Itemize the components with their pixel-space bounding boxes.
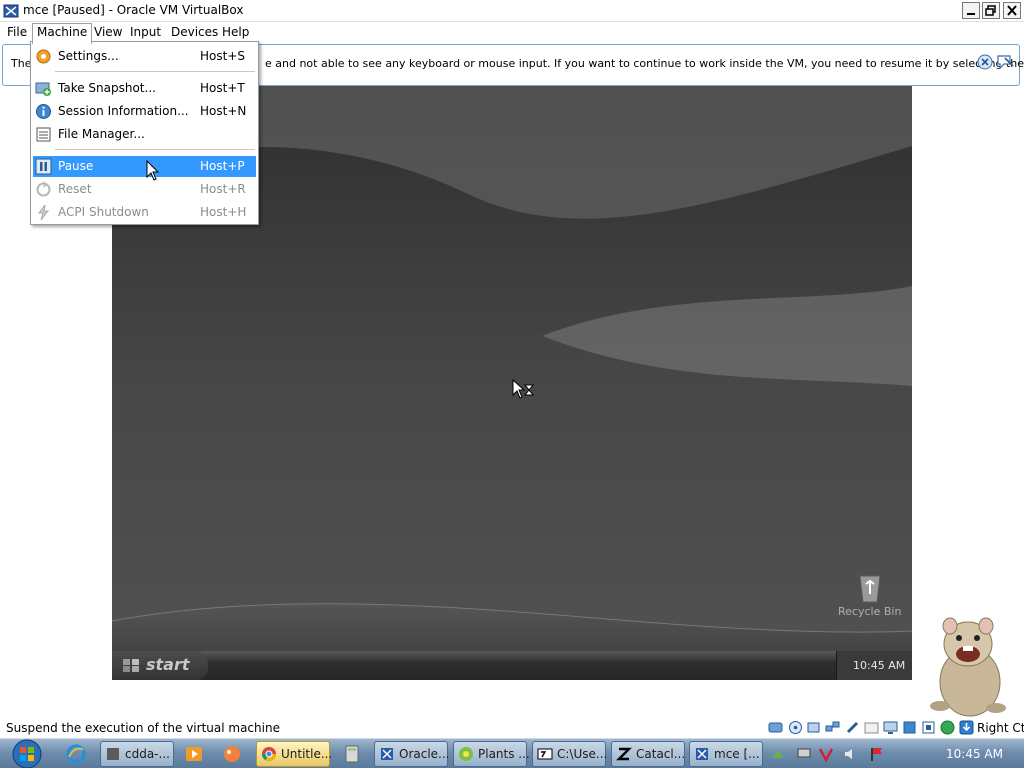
taskbar-button-oracle[interactable]: Oracle... bbox=[374, 741, 450, 767]
window-title: mce [Paused] - Oracle VM VirtualBox bbox=[23, 3, 244, 17]
taskbar-button-mce[interactable]: mce [... bbox=[689, 741, 763, 767]
usb-icon[interactable] bbox=[845, 720, 860, 735]
network-tray-icon[interactable] bbox=[770, 746, 786, 762]
acpi-shutdown-icon bbox=[38, 204, 50, 221]
recycle-bin-icon[interactable] bbox=[854, 570, 886, 604]
reset-icon bbox=[36, 181, 51, 197]
vm-clock: 10:45 AM bbox=[853, 659, 906, 672]
game-icon bbox=[459, 747, 473, 761]
menu-help[interactable]: Help bbox=[218, 24, 253, 42]
flag-tray-icon[interactable] bbox=[868, 746, 884, 762]
taskbar-button-plants[interactable]: Plants ... bbox=[453, 741, 530, 767]
virtualbox-icon bbox=[381, 748, 393, 760]
vm-start-label: start bbox=[146, 655, 190, 674]
menu-machine[interactable]: Machine bbox=[32, 23, 93, 44]
calculator-icon[interactable] bbox=[342, 744, 362, 764]
network-icon[interactable] bbox=[825, 720, 840, 735]
vm-system-tray: 10:45 AM bbox=[836, 651, 912, 680]
minimize-icon bbox=[967, 13, 975, 15]
antivirus-tray-icon[interactable] bbox=[818, 746, 834, 762]
menu-separator bbox=[55, 71, 255, 72]
menu-item-settings[interactable]: Settings... Host+S bbox=[33, 46, 256, 67]
close-button[interactable] bbox=[1003, 2, 1021, 19]
maximize-icon bbox=[985, 5, 996, 16]
windows-flag-icon bbox=[123, 659, 139, 672]
display-icon[interactable] bbox=[883, 720, 898, 735]
notification-text: e and not able to see any keyboard or mo… bbox=[265, 57, 1024, 70]
virtualbox-window: mce [Paused] - Oracle VM VirtualBox File… bbox=[0, 0, 1024, 768]
mouse-pointer-icon bbox=[146, 160, 160, 181]
mouse-integration-icon[interactable] bbox=[940, 720, 955, 735]
menu-input[interactable]: Input bbox=[126, 24, 165, 42]
menu-separator bbox=[55, 149, 255, 150]
close-notification-icon[interactable] bbox=[977, 54, 993, 70]
menu-item-take-snapshot[interactable]: Take Snapshot... Host+T bbox=[33, 78, 256, 99]
snapshot-icon bbox=[35, 82, 51, 96]
paint-icon[interactable] bbox=[222, 744, 242, 764]
menu-item-session-information[interactable]: Session Information... Host+N bbox=[33, 101, 256, 122]
host-taskbar: cdda-... Untitle... Oracle... Plants ...… bbox=[0, 738, 1024, 768]
maximize-button[interactable] bbox=[982, 2, 1000, 19]
status-bar: Suspend the execution of the virtual mac… bbox=[0, 718, 1024, 738]
menu-item-acpi-shutdown[interactable]: ACPI Shutdown Host+H bbox=[33, 202, 256, 223]
audio-icon[interactable] bbox=[806, 720, 821, 735]
minimize-button[interactable] bbox=[962, 2, 980, 19]
taskbar-button-cataclysm[interactable]: Catacl... bbox=[611, 741, 685, 767]
status-text: Suspend the execution of the virtual mac… bbox=[6, 721, 280, 735]
media-player-icon[interactable] bbox=[184, 744, 204, 764]
title-bar: mce [Paused] - Oracle VM VirtualBox bbox=[0, 0, 1024, 22]
busy-cursor-icon bbox=[512, 379, 535, 399]
virtualbox-icon[interactable] bbox=[3, 3, 19, 19]
menu-devices[interactable]: Devices bbox=[167, 24, 222, 42]
z-icon bbox=[616, 747, 632, 761]
settings-gear-icon bbox=[36, 49, 51, 64]
chrome-icon bbox=[262, 747, 276, 761]
optical-drive-icon[interactable] bbox=[788, 720, 803, 735]
hamster-gadget-icon[interactable] bbox=[926, 612, 1010, 718]
host-key-icon[interactable] bbox=[959, 720, 974, 735]
windows-start-orb-icon[interactable] bbox=[8, 739, 46, 768]
menu-bar: File Machine View Input Devices Help bbox=[0, 22, 1024, 44]
menu-file[interactable]: File bbox=[3, 24, 31, 42]
hard-disk-icon[interactable] bbox=[768, 720, 783, 735]
machine-menu-dropdown: Settings... Host+S Take Snapshot... Host… bbox=[30, 41, 259, 225]
taskbar-button-7zip[interactable]: C:\Use... bbox=[532, 741, 607, 767]
monitor-tray-icon[interactable] bbox=[796, 746, 812, 762]
file-manager-icon bbox=[36, 127, 51, 142]
taskbar-button-chrome[interactable]: Untitle... bbox=[256, 741, 332, 767]
recycle-bin-label: Recycle Bin bbox=[838, 605, 902, 618]
close-icon bbox=[1007, 5, 1017, 16]
taskbar-button-cdda[interactable]: cdda-... bbox=[100, 741, 174, 767]
host-key-label: Right Ctrl bbox=[977, 721, 1024, 735]
vm-start-button[interactable]: start bbox=[112, 651, 208, 680]
notification-prefix: The bbox=[11, 57, 32, 70]
app-icon bbox=[107, 748, 119, 760]
menu-item-file-manager[interactable]: File Manager... bbox=[33, 124, 256, 145]
host-clock[interactable]: 10:45 AM bbox=[930, 739, 1024, 768]
volume-tray-icon[interactable] bbox=[843, 746, 859, 762]
vm-taskbar: start 10:45 AM bbox=[112, 651, 912, 680]
menu-item-reset[interactable]: Reset Host+R bbox=[33, 179, 256, 200]
cpu-icon[interactable] bbox=[921, 720, 936, 735]
virtualbox-icon bbox=[696, 748, 708, 760]
shared-folder-icon[interactable] bbox=[864, 720, 879, 735]
recording-icon[interactable] bbox=[902, 720, 917, 735]
suppress-message-icon[interactable] bbox=[996, 54, 1014, 70]
menu-view[interactable]: View bbox=[90, 24, 126, 42]
menu-item-pause[interactable]: Pause Host+P bbox=[33, 156, 256, 177]
internet-explorer-icon[interactable] bbox=[66, 744, 86, 764]
info-icon bbox=[36, 104, 51, 119]
7zip-icon bbox=[537, 748, 553, 760]
pause-icon bbox=[35, 158, 52, 175]
